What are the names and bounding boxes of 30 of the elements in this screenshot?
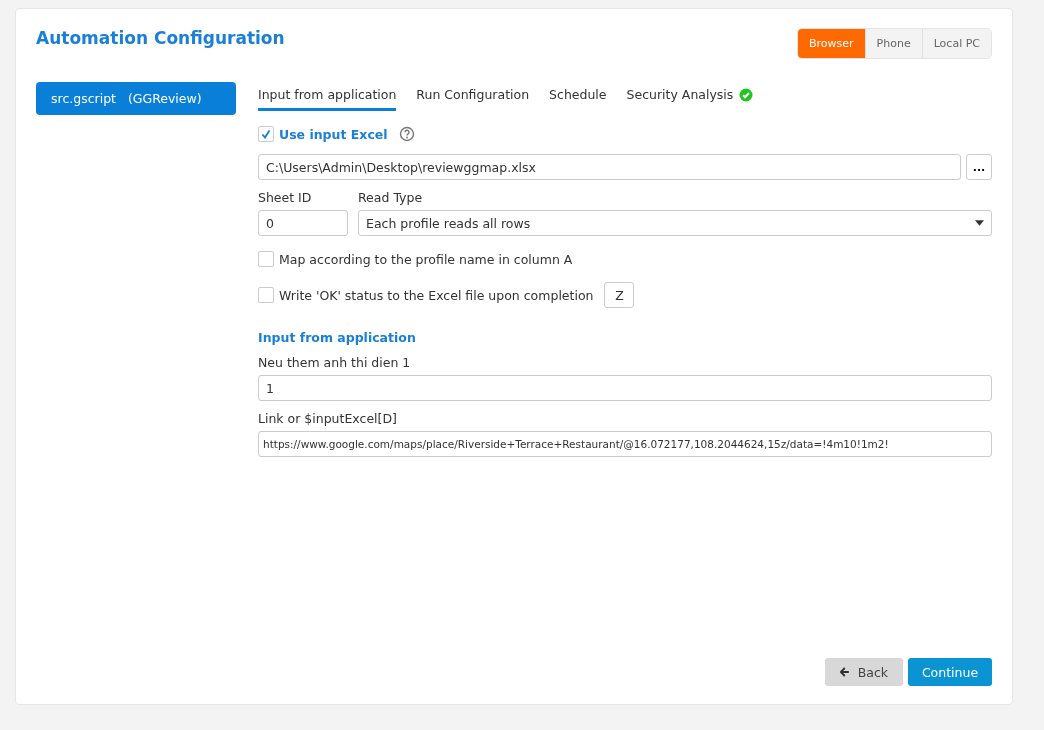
tab[interactable]: Schedule <box>549 82 607 111</box>
checkbox[interactable] <box>258 251 274 267</box>
field-label: Link or $inputExcel[D] <box>258 411 398 426</box>
back-button[interactable]: Back <box>825 658 903 686</box>
help-icon[interactable] <box>398 126 415 142</box>
field-label: Sheet ID <box>258 190 313 205</box>
tab[interactable]: Input from application <box>258 82 397 111</box>
checkbox-label: Write 'OK' status to the Excel file upon completion <box>279 287 594 303</box>
field-label: Read Type <box>358 190 424 205</box>
checkmark-icon <box>260 128 272 140</box>
checkbox[interactable] <box>258 126 274 142</box>
section-title: Input from application <box>258 330 417 345</box>
field-label: Neu them anh thi dien 1 <box>258 355 412 370</box>
input-field[interactable]: https://www.google.com/maps/place/Riverside+Terrace+Restaurant/@16.072177,108.2044624,15z/data=!4m10!1m2! <box>258 431 992 457</box>
column-field[interactable]: Z <box>604 282 635 308</box>
sheet-id-field[interactable]: 0 <box>258 210 348 236</box>
mode-tab[interactable]: Local PC <box>921 29 991 58</box>
checkbox[interactable] <box>258 287 274 303</box>
file-path-field[interactable]: C:\Users\Admin\Desktop\reviewggmap.xlsx <box>258 154 961 180</box>
tab[interactable]: Security Analysis <box>626 82 754 111</box>
tab[interactable]: Run Configuration <box>416 82 530 111</box>
input-field[interactable]: 1 <box>258 375 992 401</box>
caret-icon <box>975 220 984 226</box>
checkbox-label: Map according to the profile name in column A <box>279 251 573 267</box>
sidebar-item[interactable]: src.gscript (GGReview) <box>36 82 236 115</box>
checkbox-label: Use input Excel <box>279 126 388 142</box>
page-title: Automation Configuration <box>36 27 285 48</box>
arrow-left-icon <box>840 666 850 678</box>
read-type-dropdown[interactable]: Each profile reads all rows <box>358 210 992 236</box>
browse-button[interactable]: ... <box>966 154 992 180</box>
